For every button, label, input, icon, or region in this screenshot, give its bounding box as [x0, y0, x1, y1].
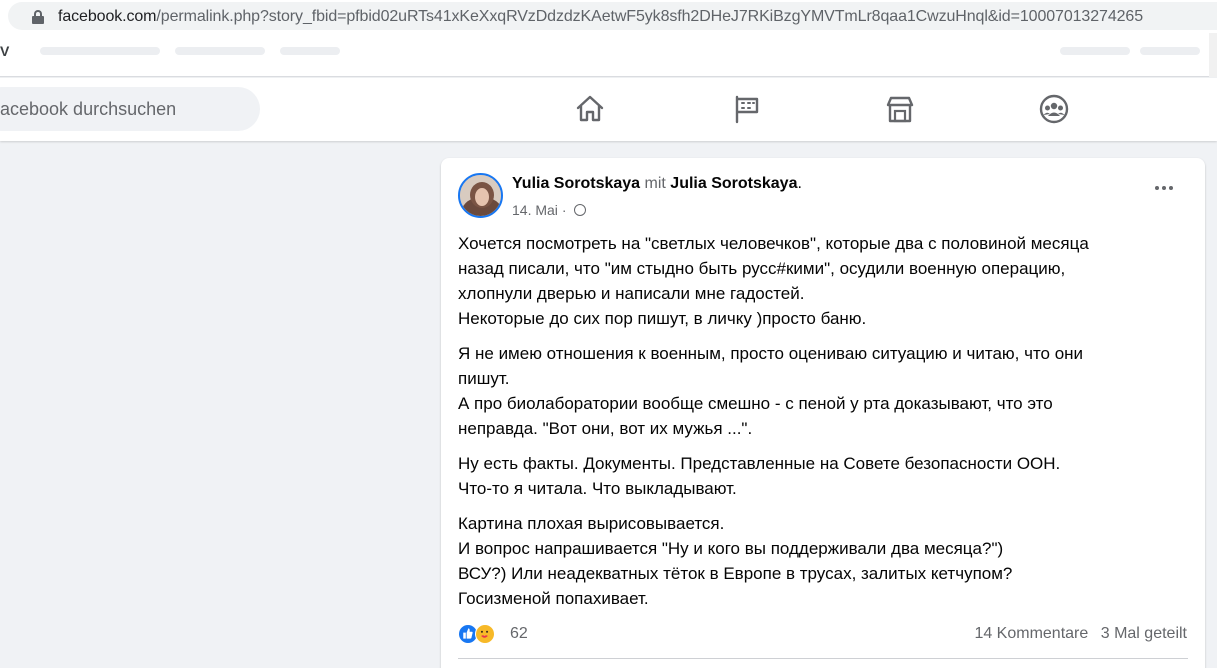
post-author-line: Yulia Sorotskaya mit Julia Sorotskaya.	[512, 175, 802, 192]
post-text-line: Картина плохая вырисовывается.	[458, 514, 725, 533]
post-text-line: хлопнули дверью и написали мне гадостей.	[458, 284, 805, 303]
post-text-line: Хочется посмотреть на "светлых человечко…	[458, 234, 1089, 253]
divider	[458, 658, 1188, 659]
post-text-line: Ну есть факты. Документы. Представленные…	[458, 454, 1061, 473]
post-text-line: назад писали, что "им стыдно быть русс#к…	[458, 259, 1066, 278]
care-reaction-icon	[475, 624, 495, 644]
bookmark-item[interactable]	[1140, 47, 1200, 55]
url-text[interactable]: facebook.com/permalink.php?story_fbid=pf…	[58, 8, 1143, 26]
post-date-link[interactable]: 14. Mai	[512, 202, 558, 218]
post-text-line: неправда. "Вот они, вот их мужья ...".	[458, 419, 753, 438]
post-text-line: Что-то я читала. Что выкладывают.	[458, 479, 737, 498]
with-label: mit	[644, 175, 666, 192]
post-text-line: пишут.	[458, 369, 510, 388]
post-text-line: Я не имею отношения к военным, просто оц…	[458, 344, 1084, 363]
bookmark-item[interactable]	[40, 47, 160, 55]
globe-icon[interactable]	[574, 204, 587, 216]
comments-count-link[interactable]: 14 Kommentare	[974, 625, 1088, 642]
post-text-line: И вопрос напрашивается "Ну и кого вы под…	[458, 539, 1004, 558]
meta-separator: ·	[561, 202, 567, 218]
search-input[interactable]: acebook durchsuchen	[0, 87, 260, 131]
bookmark-fragment[interactable]: V	[0, 43, 9, 59]
author-name-link[interactable]: Yulia Sorotskaya	[512, 175, 640, 192]
groups-icon[interactable]	[1038, 93, 1070, 125]
marketplace-icon[interactable]	[884, 93, 916, 125]
post-text-line: Некоторые до сих пор пишут, в личку )про…	[458, 309, 867, 328]
scrollbar[interactable]	[1209, 33, 1217, 77]
post-paragraph: Я не имею отношения к военным, просто оц…	[458, 341, 1188, 441]
post-text-line: А про биолаборатории вообще смешно - с п…	[458, 394, 1053, 413]
bookmarks-bar: V	[0, 33, 1217, 77]
facebook-header: acebook durchsuchen	[0, 78, 1217, 141]
lock-icon[interactable]	[32, 10, 44, 24]
post-body: Хочется посмотреть на "светлых человечко…	[458, 231, 1188, 621]
post-stats: 14 Kommentare 3 Mal geteilt	[974, 625, 1187, 643]
bookmark-item[interactable]	[280, 47, 340, 55]
post-paragraph: Хочется посмотреть на "светлых человечко…	[458, 231, 1188, 331]
bookmark-item[interactable]	[175, 47, 265, 55]
shares-count-link[interactable]: 3 Mal geteilt	[1101, 625, 1187, 642]
post-card: Yulia Sorotskaya mit Julia Sorotskaya. 1…	[441, 158, 1205, 668]
bookmark-item[interactable]	[1060, 47, 1130, 55]
pages-flag-icon[interactable]	[730, 93, 762, 125]
post-text-line: Госизменой попахивает.	[458, 589, 649, 608]
more-options-icon[interactable]	[1155, 184, 1179, 192]
post-paragraph: Ну есть факты. Документы. Представленные…	[458, 451, 1188, 501]
post-text-line: ВСУ?) Или неадекватных тёток в Европе в …	[458, 564, 1013, 583]
avatar[interactable]	[458, 173, 503, 218]
post-paragraph: Картина плохая вырисовывается. И вопрос н…	[458, 511, 1188, 611]
url-field[interactable]: facebook.com/permalink.php?story_fbid=pf…	[8, 2, 1217, 30]
home-icon[interactable]	[574, 93, 606, 125]
browser-address-bar: facebook.com/permalink.php?story_fbid=pf…	[0, 0, 1217, 33]
search-placeholder: acebook durchsuchen	[0, 99, 177, 119]
reaction-count: 62	[510, 625, 528, 642]
tagged-name-link[interactable]: Julia Sorotskaya	[670, 175, 797, 192]
post-meta: 14. Mai ·	[512, 202, 587, 218]
